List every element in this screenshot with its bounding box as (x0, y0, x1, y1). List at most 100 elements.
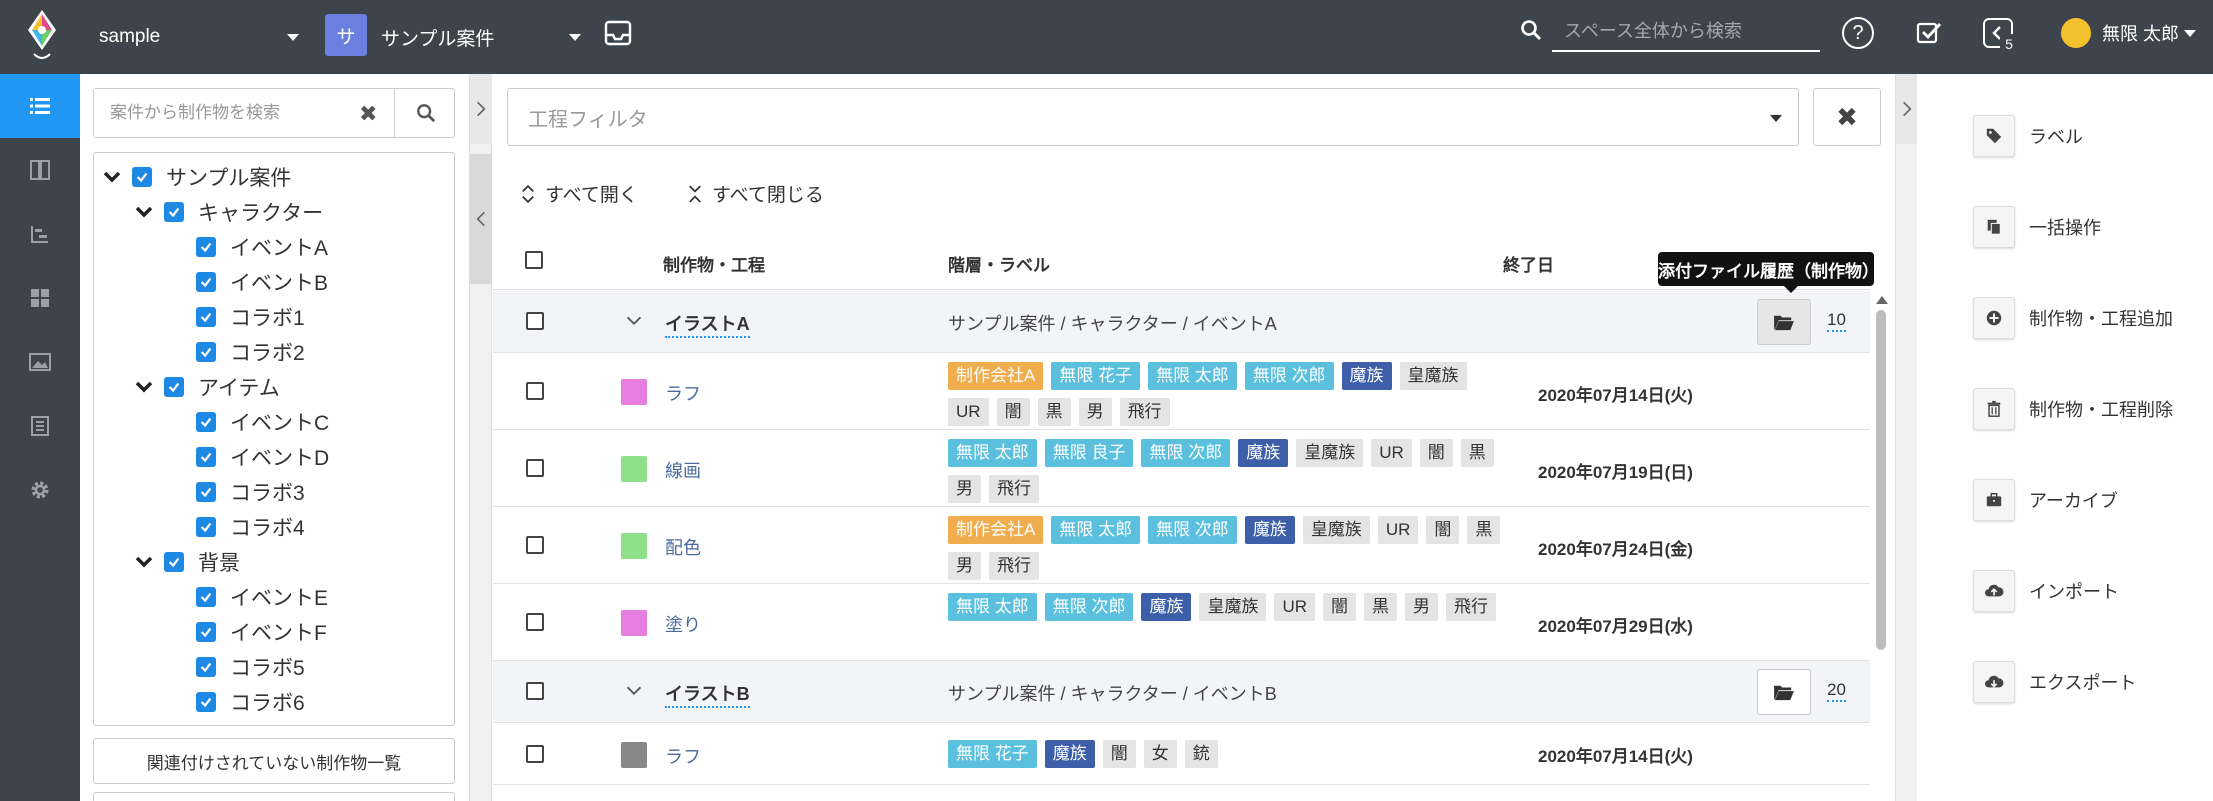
expand-all-button[interactable]: すべて開く (521, 180, 638, 207)
inbox-icon[interactable] (603, 18, 633, 48)
checkbox-checked-icon[interactable] (196, 447, 216, 467)
tree-node-root[interactable]: サンプル案件 (100, 161, 291, 193)
process-filter-select[interactable]: 工程フィルタ (507, 88, 1799, 146)
table-row-deliverable[interactable]: イラストB サンプル案件 / キャラクター / イベントB 20 (493, 661, 1870, 723)
select-all-checkbox[interactable] (525, 251, 543, 269)
action-add[interactable]: 制作物・工程追加 (1973, 296, 2173, 340)
project-selector[interactable]: サンプル案件 (381, 18, 581, 56)
checkbox-checked-icon[interactable] (196, 657, 216, 677)
tree-search-button[interactable] (394, 89, 456, 137)
tree-search-input[interactable] (94, 89, 349, 137)
row-checkbox[interactable] (526, 745, 544, 763)
checkbox-checked-icon[interactable] (164, 202, 184, 222)
row-checkbox[interactable] (526, 536, 544, 554)
table-row-step[interactable]: 塗り 無限 太郎 無限 次郎 魔族 皇魔族 UR 闇黒男飛行 2020年07月29日(水) (493, 584, 1870, 661)
checkbox-checked-icon[interactable] (196, 692, 216, 712)
nav-settings[interactable] (0, 458, 80, 522)
step-name[interactable]: 配色 (665, 534, 701, 560)
checkbox-checked-icon[interactable] (196, 307, 216, 327)
column-path[interactable]: 階層・ラベル (948, 251, 1050, 276)
step-name[interactable]: 塗り (665, 611, 701, 637)
chevron-down-icon[interactable] (132, 550, 156, 574)
filter-clear-button[interactable]: ✖ (1813, 88, 1881, 146)
deliverable-name[interactable]: イラストB (665, 680, 750, 708)
task-check-icon[interactable] (1916, 20, 1942, 46)
table-row-step[interactable]: 配色 制作会社A 無限 太郎 無限 次郎 魔族 皇魔族 UR 闇黒男飛行 2020年07月2… (493, 507, 1870, 584)
action-bulk[interactable]: 一括操作 (1973, 205, 2101, 249)
tree-node-leaf[interactable]: イベントA (196, 231, 328, 263)
tree-node-group[interactable]: キャラクター (132, 196, 323, 228)
action-archive[interactable]: アーカイブ (1973, 478, 2118, 522)
nav-image[interactable] (0, 330, 80, 394)
action-export[interactable]: エクスポート (1973, 660, 2136, 704)
scroll-up-arrow-icon[interactable] (1876, 296, 1888, 304)
column-end-date[interactable]: 終了日 (1503, 251, 1554, 276)
checkbox-checked-icon[interactable] (196, 272, 216, 292)
chevron-down-icon[interactable] (132, 375, 156, 399)
checkbox-checked-icon[interactable] (196, 587, 216, 607)
tree-node-leaf[interactable]: イベントE (196, 581, 328, 613)
tree-node-leaf[interactable]: コラボ2 (196, 336, 305, 368)
tree-node-leaf[interactable]: イベントB (196, 266, 328, 298)
row-checkbox[interactable] (526, 682, 544, 700)
chevron-down-icon[interactable] (623, 310, 645, 332)
user-name[interactable]: 無限 太郎 (2102, 20, 2179, 46)
checkbox-checked-icon[interactable] (196, 237, 216, 257)
deliverable-name[interactable]: イラストA (665, 310, 750, 338)
help-icon[interactable]: ? (1842, 17, 1874, 49)
checkbox-checked-icon[interactable] (196, 517, 216, 537)
collapse-tree-handle[interactable] (470, 154, 492, 284)
tree-node-leaf[interactable]: コラボ6 (196, 686, 305, 718)
step-name[interactable]: ラフ (665, 380, 701, 406)
global-search-input[interactable] (1552, 12, 1820, 52)
nav-document[interactable] (0, 394, 80, 458)
checkbox-checked-icon[interactable] (164, 377, 184, 397)
unlinked-items-button[interactable]: 関連付けされていない制作物一覧 (93, 738, 455, 784)
attachment-history-button[interactable] (1757, 299, 1811, 345)
tree-node-leaf[interactable]: イベントD (196, 441, 329, 473)
collapse-all-button[interactable]: すべて閉じる (688, 180, 824, 207)
tree-node-group[interactable]: 背景 (132, 546, 240, 578)
collapse-actions-handle[interactable] (1896, 74, 1918, 144)
tree-node-leaf[interactable]: コラボ1 (196, 301, 305, 333)
tree-node-leaf[interactable]: イベントF (196, 616, 327, 648)
app-logo-icon[interactable] (22, 6, 62, 66)
action-import[interactable]: インポート (1973, 569, 2119, 613)
row-checkbox[interactable] (526, 382, 544, 400)
table-row-step[interactable]: ラフ 無限 花子 魔族闇女銃 2020年07月14日(火) (493, 723, 1870, 785)
avatar[interactable] (2061, 18, 2091, 48)
tree-node-leaf[interactable]: コラボ3 (196, 476, 305, 508)
row-checkbox[interactable] (526, 312, 544, 330)
checkbox-checked-icon[interactable] (196, 482, 216, 502)
tree-node-leaf[interactable]: コラボ5 (196, 651, 305, 683)
close-icon[interactable]: ✖ (359, 101, 377, 127)
attachment-count[interactable]: 10 (1827, 310, 1846, 332)
nav-gantt[interactable] (0, 202, 80, 266)
table-scrollbar[interactable] (1874, 296, 1888, 736)
checkbox-checked-icon[interactable] (164, 552, 184, 572)
column-name[interactable]: 制作物・工程 (663, 251, 765, 276)
step-name[interactable]: ラフ (665, 743, 701, 769)
checkbox-checked-icon[interactable] (196, 622, 216, 642)
chevron-down-icon[interactable] (100, 165, 124, 189)
scrollbar-thumb[interactable] (1876, 310, 1886, 650)
chevron-down-icon[interactable] (623, 680, 645, 702)
table-row-step[interactable]: ラフ 制作会社A 無限 花子 無限 太郎 無限 次郎 魔族 皇魔族 UR 闇黒男飛行 2020… (493, 353, 1870, 430)
expand-tree-handle[interactable] (470, 74, 492, 144)
nav-list[interactable] (0, 74, 80, 138)
attachment-count[interactable]: 20 (1827, 680, 1846, 702)
table-row-deliverable[interactable]: イラストA サンプル案件 / キャラクター / イベントA 10 (493, 291, 1870, 353)
action-delete[interactable]: 制作物・工程削除 (1973, 387, 2173, 431)
checkbox-checked-icon[interactable] (196, 342, 216, 362)
space-selector[interactable]: sample (99, 18, 299, 56)
step-name[interactable]: 線画 (665, 457, 701, 483)
checkbox-checked-icon[interactable] (132, 167, 152, 187)
table-row-step[interactable]: 線画 無限 太郎 無限 良子 無限 次郎 魔族 皇魔族 UR 闇黒男飛行 2020年07月1… (493, 430, 1870, 507)
attachment-history-button[interactable] (1757, 669, 1811, 715)
tree-node-leaf[interactable]: コラボ4 (196, 511, 305, 543)
tree-node-group[interactable]: アイテム (132, 371, 280, 403)
tree-node-leaf[interactable]: イベントC (196, 406, 329, 438)
nav-board[interactable] (0, 138, 80, 202)
chevron-down-icon[interactable] (2184, 30, 2196, 37)
row-checkbox[interactable] (526, 459, 544, 477)
